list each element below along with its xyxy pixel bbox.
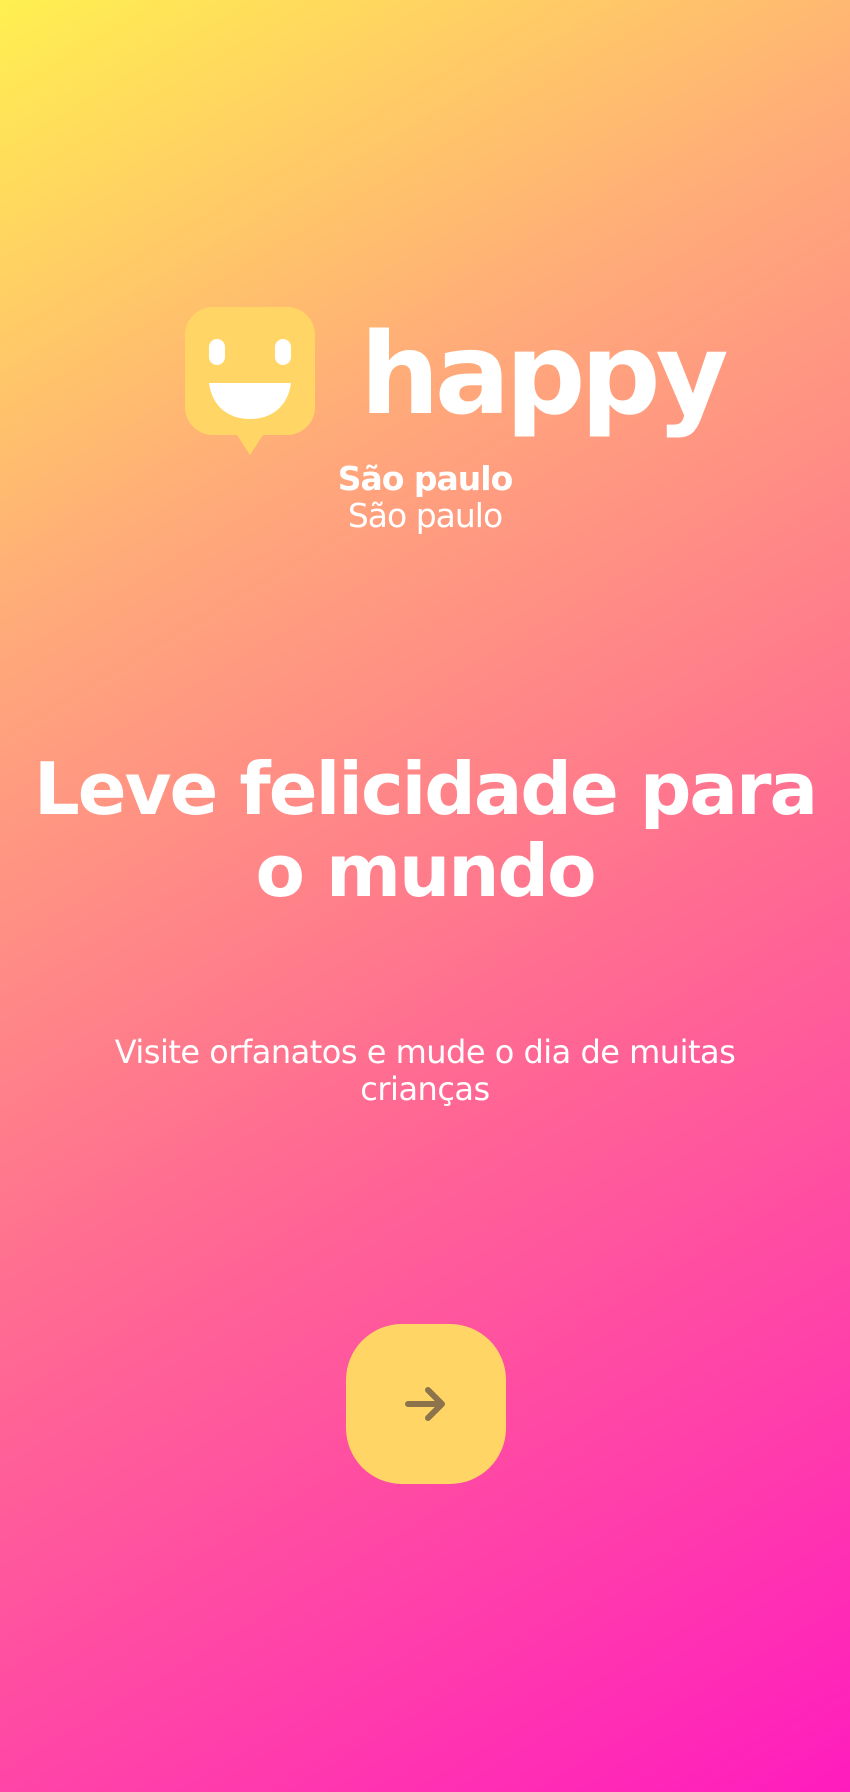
smiley-chat-bubble-icon: [185, 307, 315, 455]
enter-app-button[interactable]: [346, 1324, 506, 1484]
state-label: São paulo: [347, 496, 503, 535]
app-logo: happy: [185, 307, 729, 457]
arrow-right-icon: [405, 1387, 445, 1421]
hero-subtitle: Visite orfanatos e mude o dia de muitas …: [114, 1033, 736, 1108]
brand-name: happy: [360, 310, 729, 440]
hero-headline: Leve felicidade para o mundo: [33, 747, 818, 913]
city-label: São paulo: [337, 459, 514, 498]
location-block: São paulo São paulo: [0, 460, 850, 534]
